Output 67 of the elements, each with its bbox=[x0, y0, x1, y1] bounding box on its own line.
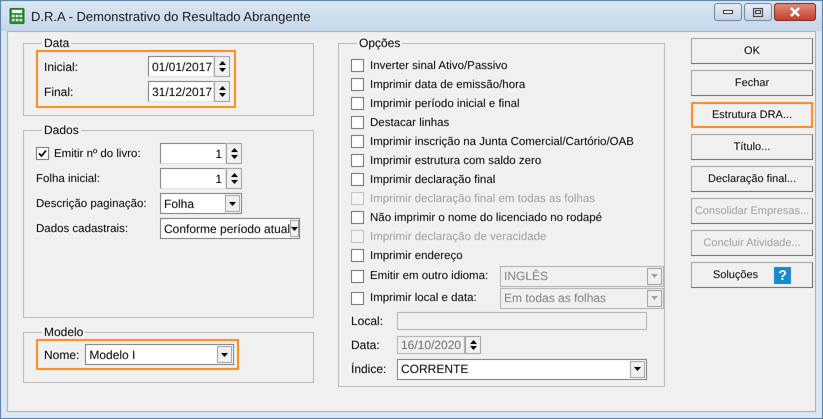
checkbox[interactable] bbox=[351, 97, 364, 110]
checkbox[interactable] bbox=[351, 154, 364, 167]
dropdown[interactable]: CORRENTE bbox=[397, 358, 647, 380]
field-label: Folha inicial: bbox=[36, 172, 100, 184]
caret-icon bbox=[221, 352, 228, 356]
checkbox[interactable] bbox=[351, 211, 364, 224]
option-label[interactable]: Imprimir período inicial e final bbox=[370, 98, 520, 110]
spin-buttons[interactable] bbox=[214, 81, 230, 102]
spin-buttons[interactable] bbox=[214, 56, 230, 77]
checkbox[interactable] bbox=[351, 135, 364, 148]
caret-icon bbox=[651, 296, 658, 300]
caret-icon bbox=[634, 367, 641, 371]
field-label: Local: bbox=[351, 314, 384, 328]
field-label: Final: bbox=[44, 84, 74, 98]
checkbox[interactable] bbox=[351, 116, 364, 129]
checkbox[interactable] bbox=[351, 173, 364, 186]
checkbox[interactable] bbox=[351, 249, 364, 262]
date-field[interactable]: 01/01/2017 bbox=[148, 56, 214, 77]
option-label[interactable]: Destacar linhas bbox=[370, 116, 450, 128]
calculator-icon bbox=[9, 8, 25, 24]
field-label: Emitir nº do livro: bbox=[54, 148, 141, 160]
maximize-icon bbox=[753, 8, 763, 16]
option-label[interactable]: Imprimir inscrição na Junta Comercial/Cartório/OAB bbox=[370, 136, 634, 148]
window-title: D.R.A - Demonstrativo do Resultado Abrangente bbox=[31, 8, 311, 24]
dialog-button[interactable]: Declaração final... bbox=[691, 166, 813, 192]
checkbox[interactable] bbox=[351, 59, 364, 72]
checkbox[interactable] bbox=[36, 147, 49, 160]
group-title: Data bbox=[43, 36, 70, 50]
spin-buttons[interactable] bbox=[226, 168, 242, 189]
number-field[interactable]: 1 bbox=[160, 143, 226, 164]
field-label: Data: bbox=[351, 338, 381, 352]
close-icon bbox=[789, 7, 801, 17]
dialog-button[interactable]: Soluções ? bbox=[691, 262, 813, 288]
option-label[interactable]: Não imprimir o nome do licenciado no rodapé bbox=[370, 212, 602, 224]
dialog-button[interactable]: OK bbox=[691, 38, 813, 64]
minimize-button[interactable] bbox=[714, 3, 742, 21]
dialog-button[interactable]: Fechar bbox=[691, 70, 813, 96]
help-icon: ? bbox=[774, 266, 792, 284]
option-label[interactable]: Inverter sinal Ativo/Passivo bbox=[370, 60, 508, 72]
option-label[interactable]: Imprimir declaração final bbox=[370, 174, 496, 186]
date-field[interactable]: 31/12/2017 bbox=[148, 81, 214, 102]
spin-buttons[interactable] bbox=[465, 336, 481, 354]
field-label: Inicial: bbox=[44, 60, 80, 74]
maximize-button[interactable] bbox=[744, 3, 772, 21]
group-title: Dados bbox=[43, 123, 80, 137]
field-label: Índice: bbox=[351, 362, 388, 376]
number-field[interactable]: 1 bbox=[160, 168, 226, 189]
dialog-button[interactable]: Título... bbox=[691, 134, 813, 160]
close-button[interactable] bbox=[774, 3, 816, 21]
field-label: Dados cadastrais: bbox=[36, 222, 128, 234]
dialog-button[interactable]: Estrutura DRA... bbox=[691, 102, 813, 128]
caret-icon bbox=[651, 274, 658, 278]
dropdown[interactable]: Conforme período atual bbox=[160, 218, 300, 239]
dropdown[interactable]: Modelo I bbox=[85, 344, 234, 365]
minimize-icon bbox=[723, 10, 733, 14]
dropdown[interactable]: Folha bbox=[160, 193, 242, 214]
caret-icon bbox=[291, 226, 298, 230]
option-label[interactable]: Imprimir data de emissão/hora bbox=[370, 78, 526, 90]
spin-buttons[interactable] bbox=[226, 143, 242, 164]
field-label: Descrição paginação: bbox=[36, 198, 147, 210]
caret-icon bbox=[229, 202, 236, 206]
checkbox[interactable] bbox=[351, 78, 364, 91]
option-label[interactable]: Imprimir estrutura com saldo zero bbox=[370, 154, 542, 166]
option-label[interactable]: Imprimir endereço bbox=[370, 250, 463, 262]
group-title: Opções bbox=[358, 36, 402, 50]
group-title: Modelo bbox=[43, 325, 84, 339]
field-label: Nome: bbox=[44, 348, 80, 362]
